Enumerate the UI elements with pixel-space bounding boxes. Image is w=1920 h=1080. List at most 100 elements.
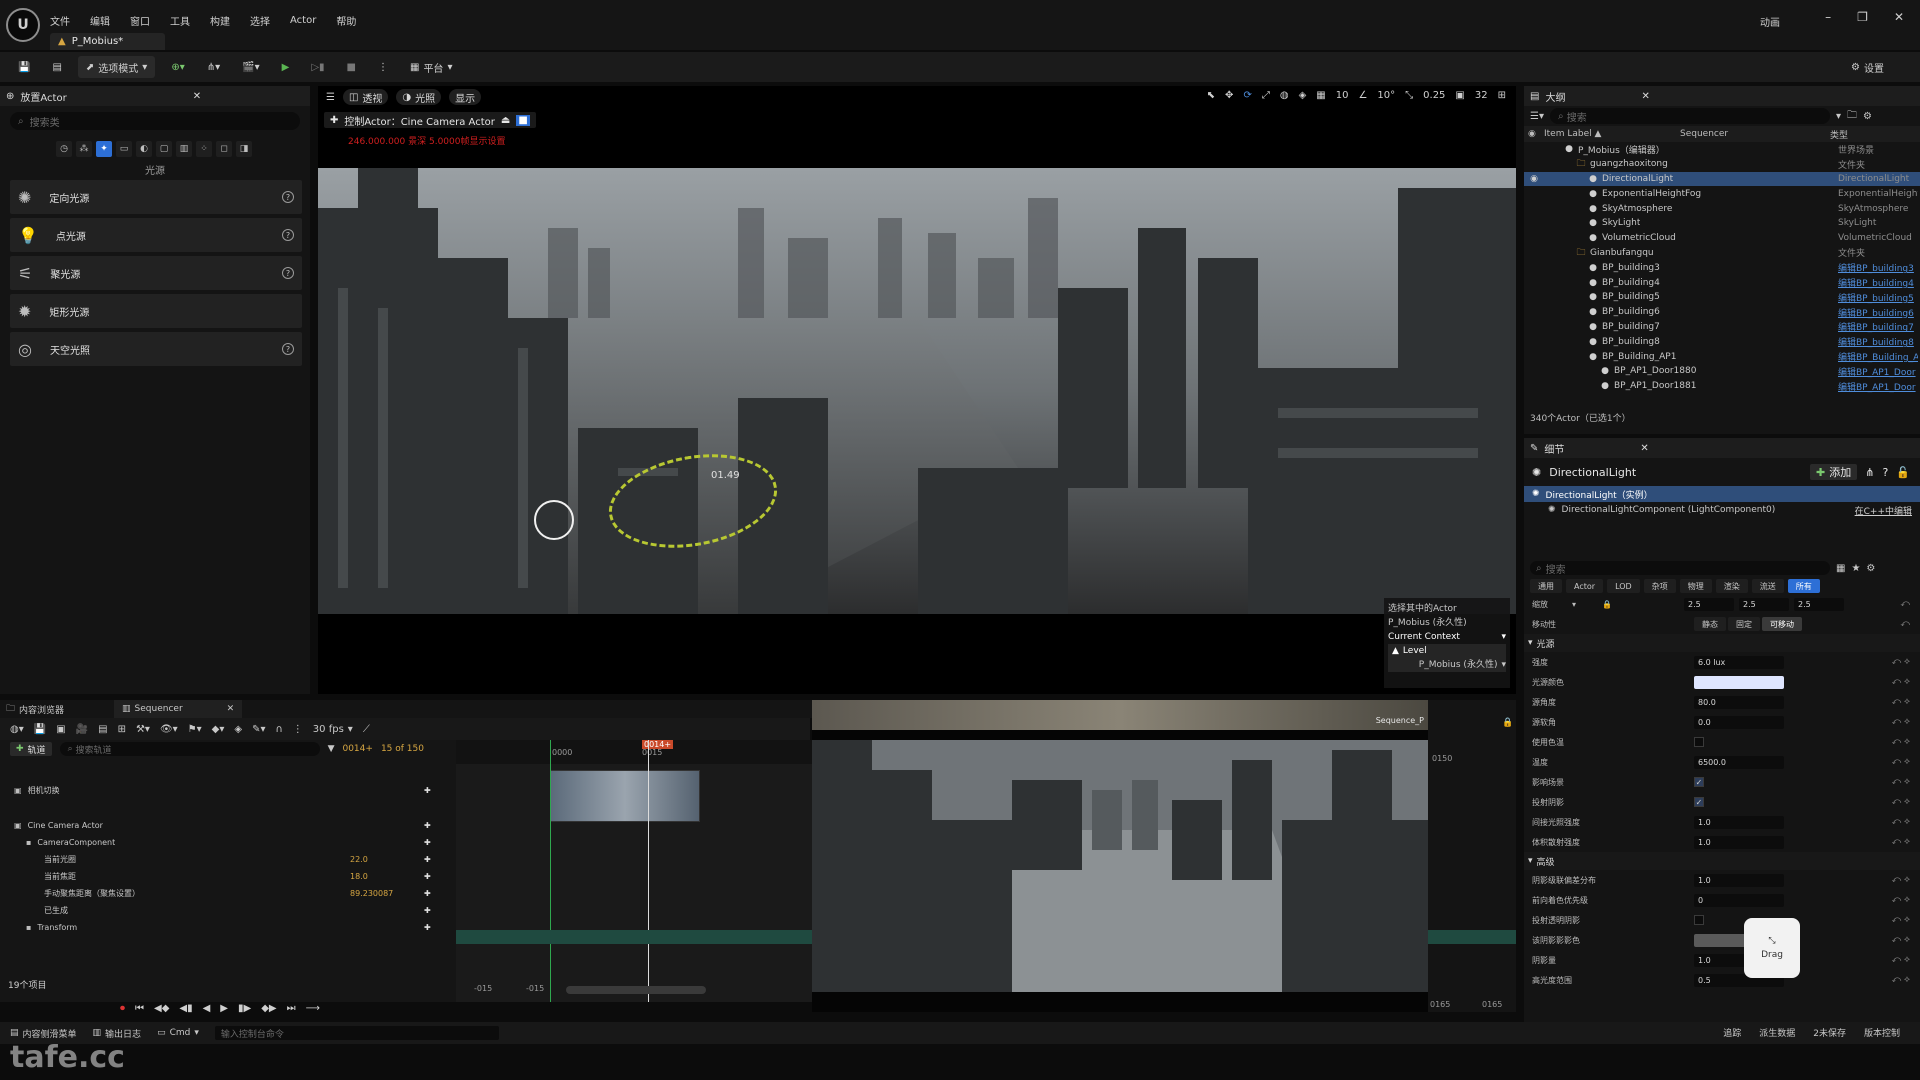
outliner-row-type[interactable]: 编辑BP_building6 [1838, 306, 1918, 319]
outliner-row-type[interactable]: 编辑BP_building5 [1838, 291, 1918, 304]
content-browser-tab[interactable]: 🗀 内容浏览器 [6, 701, 64, 717]
visibility-icon[interactable] [1524, 381, 1544, 391]
key-icon[interactable]: ◆▾ [212, 724, 225, 735]
visibility-icon[interactable] [1524, 322, 1544, 332]
close-icon[interactable]: ✕ [193, 91, 201, 102]
outliner-row[interactable]: 🗀 Gianbufangqu 文件夹 [1524, 246, 1920, 261]
property-value-input[interactable]: 0 [1694, 893, 1784, 907]
sequencer-track[interactable]: ▪ Transform ✚ [0, 919, 456, 936]
save-icon[interactable]: 💾 [12, 56, 36, 78]
viewport-scene-render[interactable] [318, 168, 1516, 614]
source-control-button[interactable]: 版本控制 [1864, 1026, 1900, 1039]
outliner-row[interactable]: ● BP_building4 编辑BP_building4 [1524, 275, 1920, 290]
cmd-select[interactable]: ▭ Cmd ▾ [157, 1028, 199, 1038]
camera-icon[interactable]: ■ [516, 114, 530, 126]
menu-tools[interactable]: 工具 [170, 13, 190, 28]
tools-icon[interactable]: ⚒▾ [136, 724, 150, 735]
reset-icon[interactable]: ⤺ ⟡ [1892, 875, 1910, 885]
outliner-row[interactable]: ● BP_building7 编辑BP_building7 [1524, 320, 1920, 335]
surface-snap-icon[interactable]: ◈ [1299, 90, 1307, 101]
rotation-snap-value[interactable]: 10° [1377, 90, 1395, 101]
help-icon[interactable]: ? [282, 191, 294, 203]
trace-button[interactable]: 追踪 [1723, 1026, 1741, 1039]
close-icon[interactable]: ✕ [1641, 91, 1649, 102]
view-icon[interactable]: 👁▾ [160, 724, 178, 735]
sequencer-track[interactable]: ▣ 相机切换 ✚ [0, 782, 456, 799]
eject-icon[interactable]: ⏏ [501, 115, 510, 126]
close-icon[interactable]: ✕ [1894, 10, 1904, 24]
visibility-icon[interactable] [1524, 233, 1544, 243]
property-value-input[interactable]: 1.0 [1694, 815, 1784, 829]
blueprint-icon[interactable]: ⋔ [1865, 466, 1874, 479]
volumes-icon[interactable]: ▢ [156, 141, 172, 157]
lit-button[interactable]: ◑ 光照 [396, 89, 442, 105]
grid-snap-value[interactable]: 10 [1336, 90, 1349, 101]
prev-key-icon[interactable]: ◀◆ [154, 1003, 169, 1014]
add-key-icon[interactable]: ✚ [424, 821, 431, 830]
track-value[interactable]: 89.230087 [350, 889, 393, 898]
menu-select[interactable]: 选择 [250, 13, 270, 28]
perspective-button[interactable]: ◫ 透视 [342, 89, 389, 105]
unreal-logo-icon[interactable]: U [6, 8, 40, 42]
property-value-input[interactable]: 1.0 [1694, 873, 1784, 887]
lights-icon[interactable]: ✦ [96, 141, 112, 157]
type-header[interactable]: 类型 [1830, 128, 1848, 141]
outliner-tab[interactable]: ▤ 大纲 ✕ [1524, 86, 1920, 106]
misc-icon[interactable]: ◨ [236, 141, 252, 157]
add-key-icon[interactable]: ✚ [424, 838, 431, 847]
record-icon[interactable]: ⏺ [120, 1003, 125, 1014]
add-actor-icon[interactable]: ⊕▾ [165, 56, 190, 78]
visual-icon[interactable]: ◐ [136, 141, 152, 157]
visibility-icon[interactable] [1524, 352, 1544, 362]
outliner-row[interactable]: ● SkyAtmosphere SkyAtmosphere [1524, 201, 1920, 216]
component-root[interactable]: ✺ DirectionalLight（实例） [1524, 486, 1920, 502]
property-value-input[interactable]: 0.0 [1694, 715, 1784, 729]
outliner-row[interactable]: ● BP_AP1_Door1881 编辑BP_AP1_Door [1524, 379, 1920, 394]
property-value-input[interactable]: 6.0 lux [1694, 655, 1784, 669]
visibility-icon[interactable] [1524, 159, 1544, 169]
chevron-down-icon[interactable]: ▾ [1836, 111, 1841, 122]
menu-build[interactable]: 构建 [210, 13, 230, 28]
list-icon[interactable]: ▤ [98, 724, 107, 735]
menu-edit[interactable]: 编辑 [90, 13, 110, 28]
reset-icon[interactable]: ⤺ ⟡ [1892, 697, 1910, 707]
outliner-row[interactable]: ● P_Mobius（编辑器） 世界场景 [1524, 142, 1920, 157]
reset-icon[interactable]: ⤺ ⟡ [1892, 797, 1910, 807]
world-icon[interactable]: ◍ [1280, 90, 1289, 101]
table-view-icon[interactable]: ▦ [1836, 563, 1845, 574]
rotate-icon[interactable]: ⟳ [1243, 90, 1251, 101]
place-directional-light[interactable]: ✺ 定向光源 ? [10, 180, 302, 214]
place-actor-search-input[interactable]: ⌕ 搜索类 [10, 112, 300, 130]
gear-icon[interactable]: ⚙ [1866, 563, 1875, 574]
cinematic-icon[interactable]: ▥ [176, 141, 192, 157]
camera-icon[interactable]: 🎥 [76, 724, 88, 735]
curve-icon[interactable]: ✎▾ [252, 724, 265, 735]
details-filter-tab[interactable]: 所有 [1787, 579, 1820, 593]
scale-x-input[interactable]: 2.5 [1684, 597, 1734, 611]
play-icon[interactable]: ▶ [276, 56, 296, 78]
reset-icon[interactable]: ⤺ ⟡ [1892, 935, 1910, 945]
timeline-scrollbar[interactable] [566, 986, 706, 994]
outliner-row[interactable]: ● BP_building6 编辑BP_building6 [1524, 305, 1920, 320]
save-icon[interactable]: 💾 [34, 724, 46, 735]
reset-icon[interactable]: ⤺ [1900, 599, 1910, 609]
outliner-row-type[interactable]: 编辑BP_building7 [1838, 320, 1918, 333]
sequencer-track[interactable]: ▪ CameraComponent ✚ [0, 834, 456, 851]
step-icon[interactable]: ▷▮ [305, 56, 330, 78]
sequencer-track[interactable]: ▣ Cine Camera Actor ✚ [0, 817, 456, 834]
menu-window[interactable]: 窗口 [130, 13, 150, 28]
scale-snap-value[interactable]: 0.25 [1423, 90, 1445, 101]
outliner-row-type[interactable]: 编辑BP_building3 [1838, 261, 1918, 274]
details-filter-tab[interactable]: Actor [1566, 579, 1604, 593]
reset-icon[interactable]: ⤺ ⟡ [1892, 975, 1910, 985]
scale-y-input[interactable]: 2.5 [1739, 597, 1789, 611]
level-viewport[interactable]: ☰ ◫ 透视 ◑ 光照 显示 ⬉ ✥ ⟳ ⤢ ◍ ◈ ▦ 10 ∠ 10° ⤡ 0.… [318, 86, 1516, 694]
help-icon[interactable]: ? [282, 343, 294, 355]
content-drawer-button[interactable]: ▤ 内容侧滑菜单 [10, 1027, 77, 1040]
reset-icon[interactable]: ⤺ ⟡ [1892, 777, 1910, 787]
property-value-input[interactable]: 1.0 [1694, 835, 1784, 849]
reset-icon[interactable]: ⤺ ⟡ [1892, 677, 1910, 687]
sequencer-track[interactable]: 当前焦距 18.0 ✚ [0, 868, 456, 885]
light-color-swatch[interactable] [1694, 675, 1784, 689]
drag-handle[interactable]: ⤡ Drag [1744, 918, 1800, 978]
